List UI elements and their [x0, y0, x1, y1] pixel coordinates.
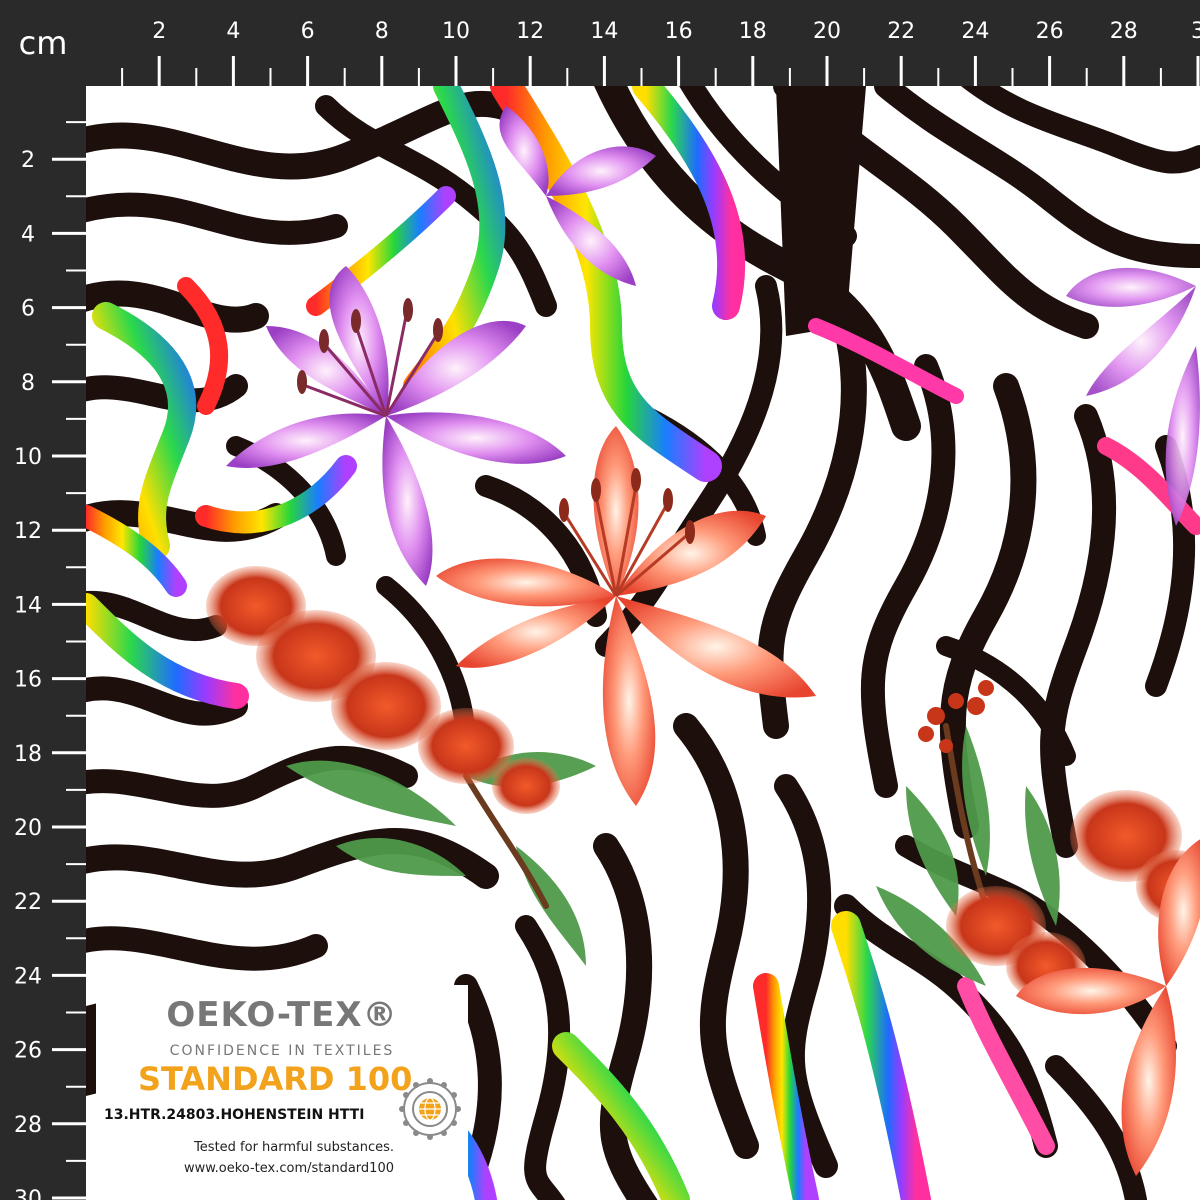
- top-ruler-scale: 2 4 6 8 10 12 14 16 18 20 22 24 26 28 3: [121, 19, 1200, 86]
- left-tick-label: 28: [14, 1113, 42, 1138]
- top-tick-label: 28: [1110, 19, 1138, 44]
- top-tick-label: 14: [590, 19, 618, 44]
- top-tick-label: 12: [516, 19, 544, 44]
- left-tick-label: 8: [21, 371, 35, 396]
- left-tick-label: 12: [14, 519, 42, 544]
- left-tick-label: 14: [14, 593, 42, 618]
- left-tick-label: 16: [14, 668, 42, 693]
- left-tick-label: 18: [14, 742, 42, 767]
- top-tick-label: 10: [442, 19, 470, 44]
- top-tick-label: 22: [887, 19, 915, 44]
- unit-label: cm: [0, 0, 86, 86]
- left-tick-label: 30: [14, 1187, 42, 1200]
- top-tick-label: 3: [1191, 19, 1200, 44]
- top-tick-label: 20: [813, 19, 841, 44]
- top-tick-label: 4: [226, 19, 240, 44]
- left-tick-label: 10: [14, 445, 42, 470]
- top-ruler: 2 4 6 8 10 12 14 16 18 20 22 24 26 28 3: [86, 0, 1200, 86]
- oeko-tex-tagline: CONFIDENCE IN TEXTILES: [169, 1043, 395, 1059]
- oeko-tex-url: www.oeko-tex.com/standard100: [183, 1161, 394, 1176]
- top-tick-label: 2: [152, 19, 166, 44]
- left-ruler-scale: 24681012141618202224262830: [14, 121, 86, 1200]
- left-tick-label: 20: [14, 816, 42, 841]
- oeko-tex-tested-note: Tested for harmful substances.: [194, 1140, 394, 1155]
- oeko-tex-standard: STANDARD 100: [138, 1060, 413, 1098]
- globe-emblem-icon: [399, 1078, 461, 1140]
- top-tick-label: 6: [301, 19, 315, 44]
- left-tick-label: 26: [14, 1039, 42, 1064]
- left-tick-label: 4: [21, 222, 35, 247]
- left-ruler: 2 4 6 8 10 12 14 16 18 20 22 24 26 28 30: [0, 86, 86, 1200]
- oeko-tex-certificate-number: 13.HTR.24803.HOHENSTEIN HTTI: [104, 1107, 365, 1123]
- top-tick-label: 18: [739, 19, 767, 44]
- fabric-preview: cm 2 4 6 8 10 12 14 16 18 20 22 24 26 28 3 2 4 6 8 10 12 14 1…: [0, 0, 1200, 1200]
- left-tick-label: 2: [21, 148, 35, 173]
- top-tick-label: 16: [665, 19, 693, 44]
- top-tick-label: 24: [961, 19, 989, 44]
- top-tick-label: 26: [1036, 19, 1064, 44]
- top-tick-label: 8: [375, 19, 389, 44]
- oeko-tex-brand: OEKO-TEX®: [166, 995, 398, 1035]
- left-tick-label: 6: [21, 297, 35, 322]
- left-tick-label: 24: [14, 964, 42, 989]
- oeko-tex-badge: OEKO-TEX® CONFIDENCE IN TEXTILES STANDAR…: [96, 985, 468, 1200]
- left-tick-label: 22: [14, 890, 42, 915]
